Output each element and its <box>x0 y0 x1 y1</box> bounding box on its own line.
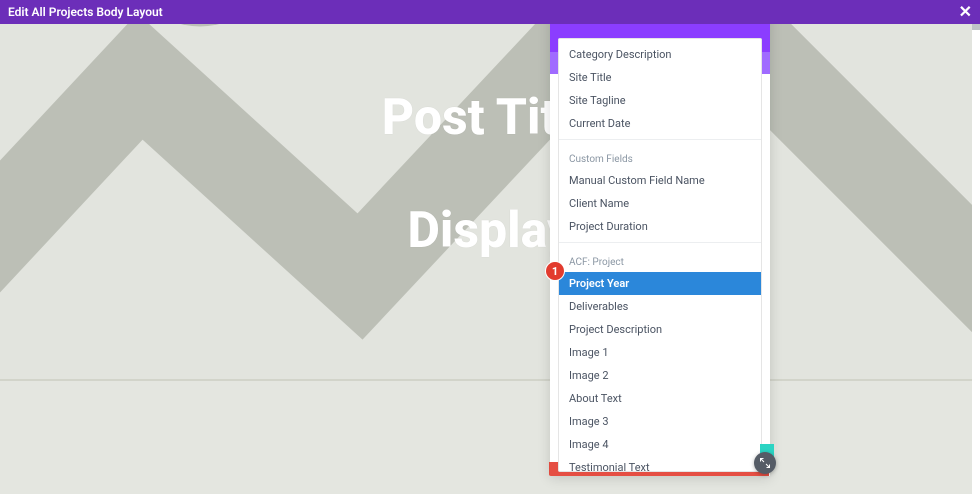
dropdown-option[interactable]: Site Tagline <box>559 89 761 112</box>
dropdown-group-label: Custom Fields <box>559 139 761 169</box>
dropdown-option[interactable]: Client Name <box>559 192 761 215</box>
hero-text: Post Title Display <box>0 89 980 260</box>
frame-edge <box>972 24 980 500</box>
close-icon[interactable]: ✕ <box>959 4 972 20</box>
dropdown-option[interactable]: Category Description <box>559 43 761 66</box>
editor-title: Edit All Projects Body Layout <box>8 5 959 19</box>
dropdown-option[interactable]: Project Duration <box>559 215 761 238</box>
dropdown-option[interactable]: Project Description <box>559 318 761 341</box>
dynamic-content-dropdown: Category DescriptionSite TitleSite Tagli… <box>558 38 762 472</box>
dropdown-options-list[interactable]: Category DescriptionSite TitleSite Tagli… <box>559 38 761 471</box>
dropdown-option[interactable]: Testimonial Text <box>559 456 761 471</box>
frame-edge <box>0 494 980 500</box>
scrollbar-stub <box>972 24 980 30</box>
hero-line-1: Post Title <box>0 89 980 147</box>
dropdown-option[interactable]: Manual Custom Field Name <box>559 169 761 192</box>
section-divider <box>0 379 980 381</box>
dropdown-option[interactable]: Site Title <box>559 66 761 89</box>
annotation-badge-1: 1 <box>546 262 564 280</box>
dropdown-option[interactable]: Project Year <box>559 272 761 295</box>
resize-handle-icon[interactable] <box>754 452 776 474</box>
dropdown-option[interactable]: Deliverables <box>559 295 761 318</box>
editor-canvas: Post Title Display <box>0 24 980 500</box>
editor-topbar: Edit All Projects Body Layout ✕ <box>0 0 980 24</box>
dropdown-option[interactable]: Image 1 <box>559 341 761 364</box>
dropdown-option[interactable]: Image 3 <box>559 410 761 433</box>
dropdown-group-label: ACF: Project <box>559 242 761 272</box>
dropdown-option[interactable]: Image 4 <box>559 433 761 456</box>
dropdown-option[interactable]: About Text <box>559 387 761 410</box>
hero-section: Post Title Display <box>0 24 980 379</box>
dropdown-option[interactable]: Current Date <box>559 112 761 135</box>
dropdown-option[interactable]: Image 2 <box>559 364 761 387</box>
module-settings-panel: ⋮ Category DescriptionSite TitleSite Tag… <box>550 0 770 476</box>
hero-line-2: Display <box>0 202 980 260</box>
